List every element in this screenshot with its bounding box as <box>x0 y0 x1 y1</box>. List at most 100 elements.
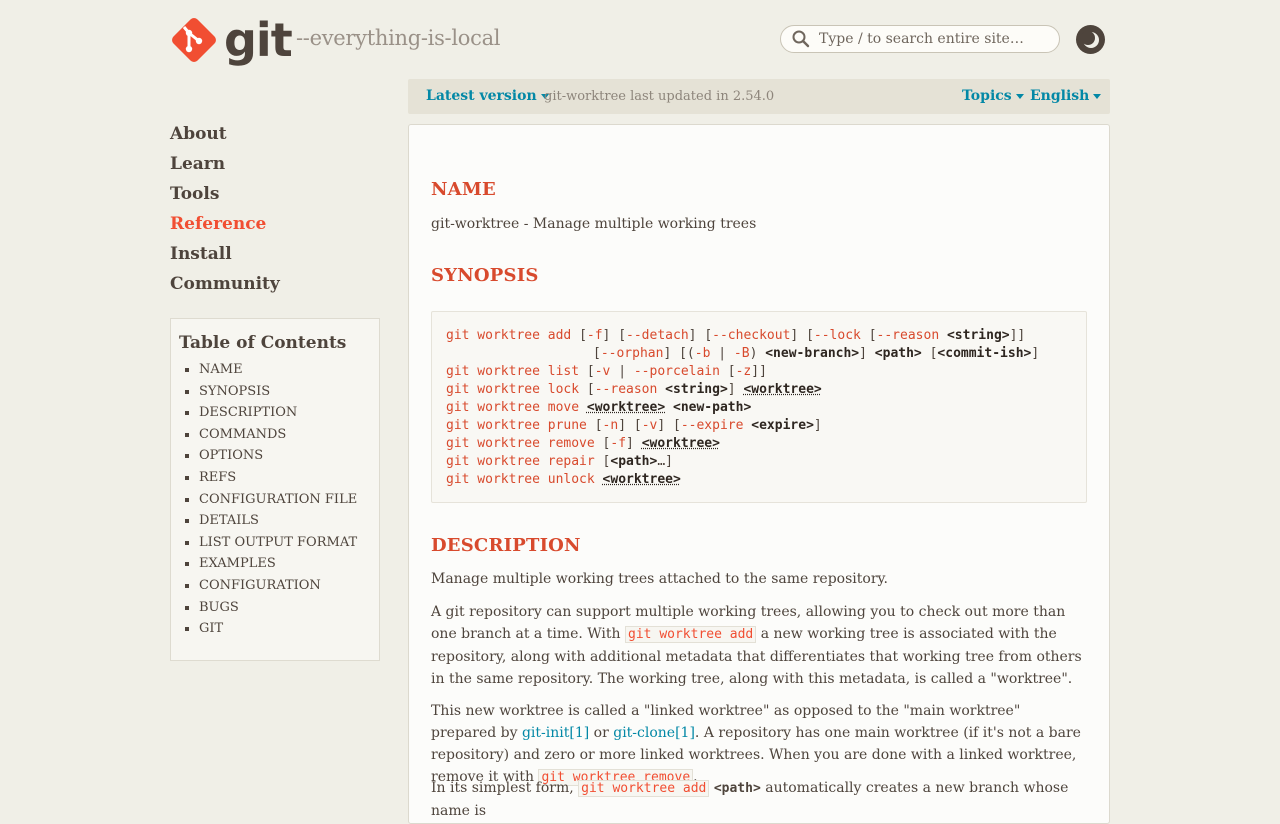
search-input[interactable] <box>817 30 1051 48</box>
synopsis-line: git worktree unlock <worktree> <box>446 471 681 489</box>
toc-list: NAME SYNOPSIS DESCRIPTION COMMANDS OPTIO… <box>171 359 379 640</box>
option-text: --checkout <box>712 328 791 343</box>
toc-item[interactable]: EXAMPLES <box>171 553 379 575</box>
arg-text: <worktree> <box>641 436 720 451</box>
option-text: --reason <box>876 328 940 343</box>
toc-item[interactable]: REFS <box>171 467 379 489</box>
toc-item[interactable]: BUGS <box>171 597 379 619</box>
nav-item-learn[interactable]: Learn <box>170 154 280 184</box>
synopsis-line: git worktree remove [-f] <worktree> <box>446 436 720 451</box>
option-text: -B <box>733 346 750 361</box>
nav-item-about[interactable]: About <box>170 124 280 154</box>
subcmd-text: remove <box>547 436 595 451</box>
description-paragraph: This new worktree is called a "linked wo… <box>431 700 1087 789</box>
latest-version-dropdown[interactable]: Latest version <box>426 88 549 104</box>
option-text: -z <box>735 364 752 379</box>
synopsis-line: git worktree add [-f] [--detach] [--chec… <box>446 328 1026 343</box>
version-bar: Latest version git-worktree last updated… <box>408 79 1110 114</box>
option-text: -v <box>594 364 611 379</box>
site-header: git --everything-is-local <box>170 14 1110 70</box>
git-clone-link[interactable]: git-clone[1] <box>613 725 695 741</box>
cmd-text: git worktree <box>446 418 540 433</box>
synopsis-line: git worktree prune [-n] [-v] [--expire <… <box>446 418 822 433</box>
subcmd-text: prune <box>547 418 587 433</box>
subcmd-text: repair <box>547 454 595 469</box>
arg-text: <new-branch> <box>765 346 860 361</box>
option-text: --porcelain <box>633 364 720 379</box>
option-text: -b <box>694 346 711 361</box>
description-heading: DESCRIPTION <box>431 535 581 556</box>
option-text: --orphan <box>600 346 664 361</box>
toc-item[interactable]: OPTIONS <box>171 445 379 467</box>
subcmd-text: add <box>547 328 572 343</box>
inline-code: git worktree add <box>625 626 757 643</box>
main-content: NAME git-worktree - Manage multiple work… <box>408 124 1110 824</box>
toc-item[interactable]: DETAILS <box>171 510 379 532</box>
arg-text: <expire> <box>751 418 814 433</box>
option-text: --lock <box>813 328 861 343</box>
arg-text: <worktree> <box>586 400 666 415</box>
last-updated-text: git-worktree last updated in 2.54.0 <box>544 89 775 104</box>
latest-version-label: Latest version <box>426 88 537 104</box>
caret-down-icon <box>1093 93 1102 99</box>
arg-text: <string> <box>946 328 1010 343</box>
toc-item[interactable]: LIST OUTPUT FORMAT <box>171 532 379 554</box>
option-text: --reason <box>594 382 658 397</box>
moon-icon <box>1081 30 1099 48</box>
language-dropdown[interactable]: English <box>1030 88 1102 104</box>
subcmd-text: move <box>547 400 580 415</box>
option-text: -n <box>602 418 619 433</box>
toc-item[interactable]: DESCRIPTION <box>171 402 379 424</box>
topics-label: Topics <box>962 88 1012 104</box>
toc-item[interactable]: CONFIGURATION <box>171 575 379 597</box>
synopsis-line: [--orphan] [(-b | -B) <new-branch>] <pat… <box>593 346 1040 361</box>
synopsis-line: git worktree repair [<path>…] <box>446 454 673 469</box>
git-init-link[interactable]: git-init[1] <box>522 725 589 741</box>
name-heading: NAME <box>431 179 496 200</box>
subcmd-text: unlock <box>547 472 595 487</box>
main-nav: About Learn Tools Reference Install Comm… <box>170 124 280 304</box>
cmd-text: git worktree <box>446 328 540 343</box>
description-paragraph: A git repository can support multiple wo… <box>431 601 1087 690</box>
cmd-text: git worktree <box>446 382 540 397</box>
option-text: --expire <box>680 418 744 433</box>
table-of-contents: Table of Contents NAME SYNOPSIS DESCRIPT… <box>170 318 380 661</box>
topics-dropdown[interactable]: Topics <box>962 88 1024 104</box>
arg-text: <worktree> <box>743 382 822 397</box>
nav-item-tools[interactable]: Tools <box>170 184 280 214</box>
synopsis-block: git worktree add [-f] [--detach] [--chec… <box>431 311 1087 503</box>
synopsis-line: git worktree lock [--reason <string>] <w… <box>446 382 822 397</box>
paragraph-text: In its simplest form, <box>431 780 579 796</box>
search-icon <box>792 30 810 48</box>
toc-item[interactable]: GIT <box>171 618 379 640</box>
nav-item-install[interactable]: Install <box>170 244 280 274</box>
description-paragraph: Manage multiple working trees attached t… <box>431 571 889 587</box>
synopsis-heading: SYNOPSIS <box>431 265 539 286</box>
site-tagline: --everything-is-local <box>296 26 501 50</box>
git-logo-icon <box>172 18 216 62</box>
inline-code: git worktree add <box>578 780 710 797</box>
toc-item[interactable]: NAME <box>171 359 379 381</box>
nav-item-reference[interactable]: Reference <box>170 214 280 244</box>
paragraph-text: or <box>589 725 614 741</box>
git-logo[interactable]: git <box>170 13 293 67</box>
search-box[interactable] <box>780 25 1060 53</box>
nav-item-community[interactable]: Community <box>170 274 280 304</box>
arg-text: <path> <box>874 346 922 361</box>
subcmd-text: lock <box>547 382 580 397</box>
theme-toggle-button[interactable] <box>1076 25 1105 54</box>
toc-item[interactable]: CONFIGURATION FILE <box>171 489 379 511</box>
option-text: -f <box>610 436 627 451</box>
synopsis-line: git worktree list [-v | --porcelain [-z]… <box>446 364 767 379</box>
cmd-text: git worktree <box>446 436 540 451</box>
arg-text: <string> <box>665 382 728 397</box>
arg-text: <worktree> <box>602 472 681 487</box>
logo-text: git <box>224 13 293 67</box>
cmd-text: git worktree <box>446 454 540 469</box>
cmd-text: git worktree <box>446 472 540 487</box>
toc-item[interactable]: COMMANDS <box>171 424 379 446</box>
toc-item[interactable]: SYNOPSIS <box>171 381 379 403</box>
arg-text: <path> <box>610 454 658 469</box>
subcmd-text: list <box>547 364 580 379</box>
language-label: English <box>1030 88 1090 104</box>
